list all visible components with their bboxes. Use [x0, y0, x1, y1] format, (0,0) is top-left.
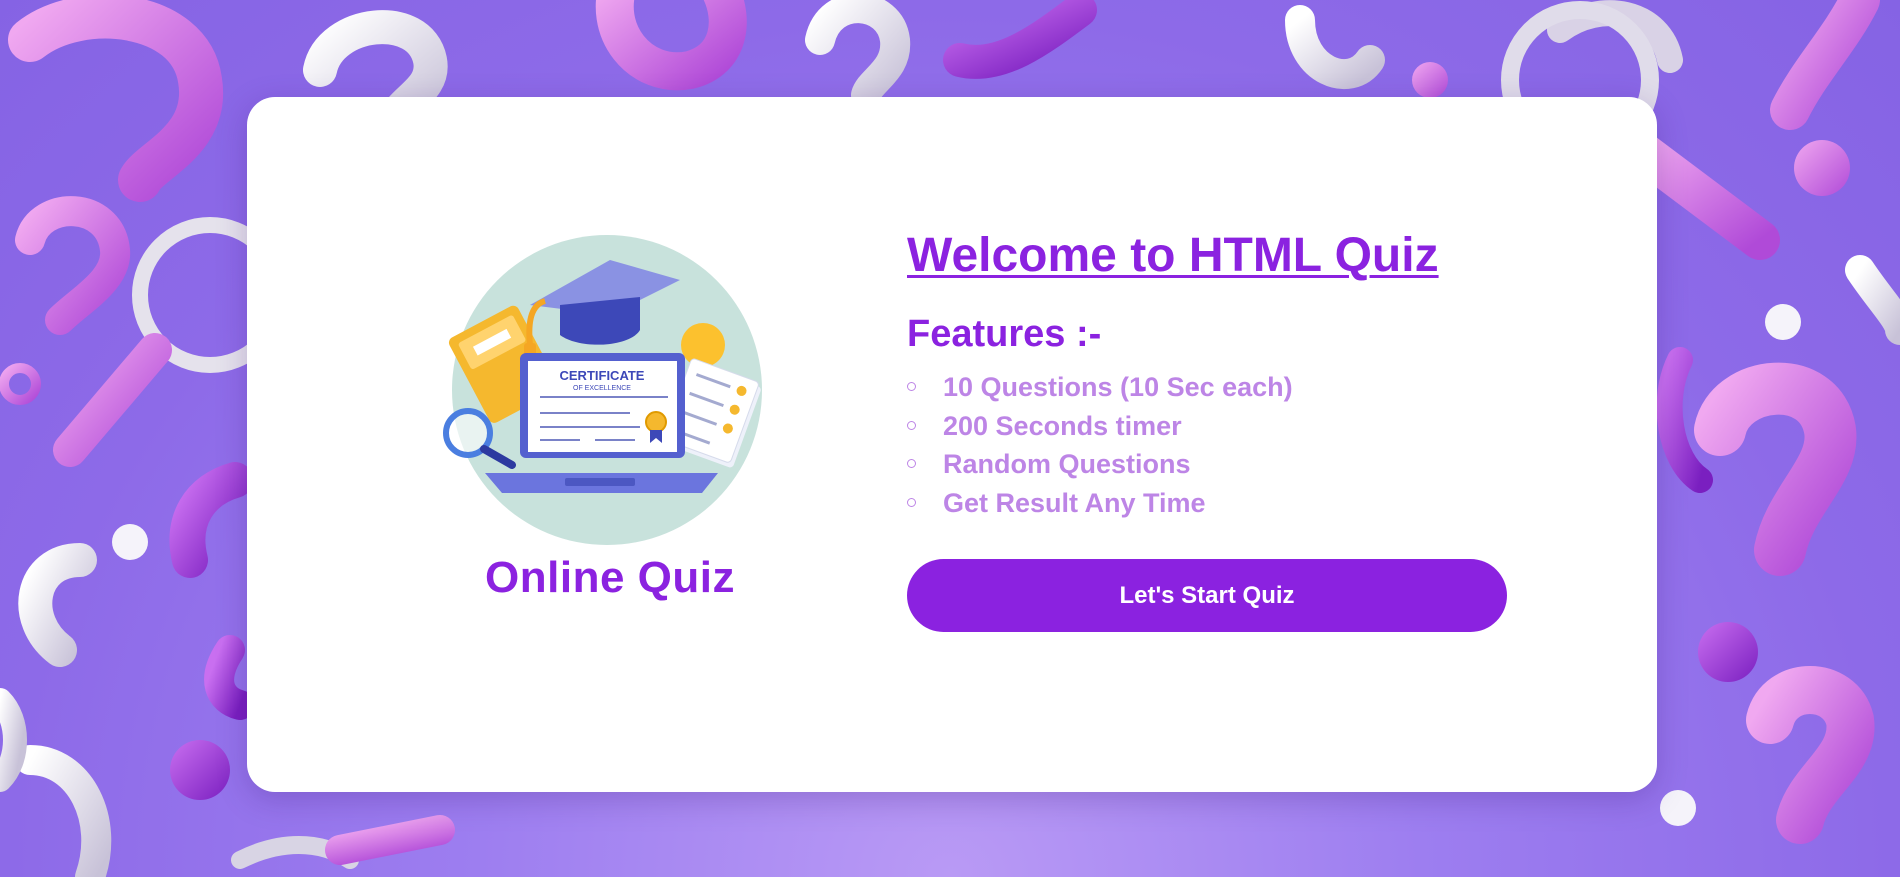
bullet-circle-icon [907, 382, 916, 391]
features-list: 10 Questions (10 Sec each) 200 Seconds t… [907, 368, 1507, 522]
brand-name: Online Quiz [485, 553, 735, 602]
start-quiz-button[interactable]: Let's Start Quiz [907, 559, 1507, 632]
certificate-subtitle: OF EXCELLENCE [573, 385, 631, 392]
feature-item: 10 Questions (10 Sec each) [907, 368, 1507, 407]
feature-text: Get Result Any Time [943, 487, 1206, 518]
bullet-circle-icon [907, 497, 916, 507]
feature-text: 200 Seconds timer [943, 410, 1182, 441]
feature-text: Random Questions [943, 449, 1191, 479]
welcome-panel: Welcome to HTML Quiz Features :- 10 Ques… [907, 228, 1507, 522]
feature-item: Random Questions [907, 445, 1507, 484]
features-heading: Features :- [907, 313, 1102, 355]
certificate-laptop-graduation-icon: CERTIFICATE OF EXCELLENCE [443, 235, 762, 545]
bullet-circle-icon [907, 459, 916, 468]
feature-item: 200 Seconds timer [907, 407, 1507, 446]
feature-item: Get Result Any Time [907, 484, 1507, 523]
welcome-title[interactable]: Welcome to HTML Quiz [907, 228, 1507, 283]
bullet-circle-icon [907, 420, 916, 430]
certificate-title: CERTIFICATE [560, 368, 645, 383]
feature-text: 10 Questions (10 Sec each) [943, 372, 1293, 402]
